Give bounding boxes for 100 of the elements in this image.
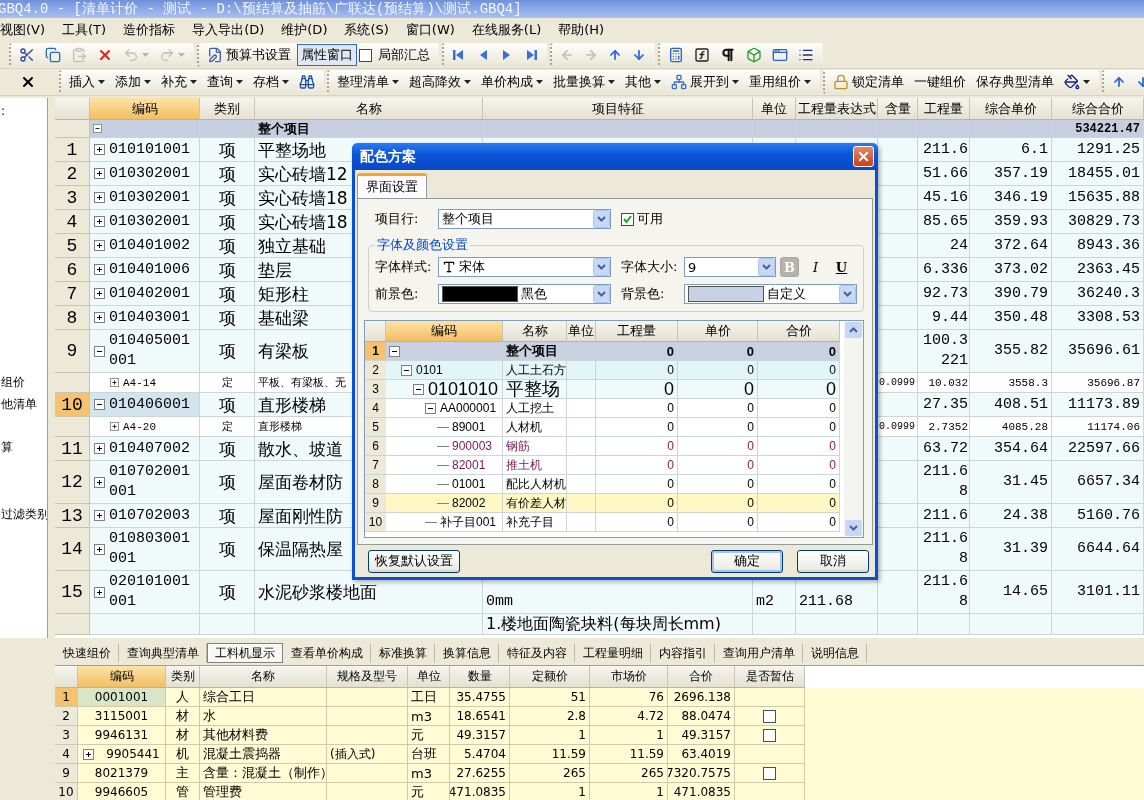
type-text: 项 [218, 394, 236, 415]
name-text: 人材机 [506, 418, 542, 436]
total-price-text: 8943.36 [1077, 235, 1140, 256]
total-text: 63.4019 [681, 747, 731, 761]
name-text: 人工土石方 [506, 361, 566, 379]
total-price-text: 30829.73 [1068, 211, 1140, 232]
quantity-text: 85.65 [922, 211, 968, 232]
total-price-text: 11174.06 [1087, 419, 1140, 435]
type-text: 材 [176, 707, 189, 725]
market-price-text: 11.59 [629, 747, 664, 761]
type-text: 项 [218, 259, 236, 280]
project-name: 整个项目 [258, 120, 310, 137]
code-text: 010803001001 [109, 529, 191, 569]
type-text: 定 [221, 418, 233, 435]
row-number: 1 [55, 138, 90, 162]
row-number: 10 [365, 513, 386, 532]
total-price-text: 15635.88 [1068, 187, 1140, 208]
total-text: 88.0474 [681, 709, 731, 723]
total-price-text: 2363.45 [1077, 259, 1140, 280]
quantity-text: 0 [667, 458, 674, 472]
field-label: 项目行: [375, 210, 420, 228]
row-number: 9 [365, 494, 386, 513]
quota-price-text: 1 [578, 728, 586, 742]
quantity-text: 211.68 [922, 572, 968, 612]
market-price-text: 1 [656, 728, 664, 742]
row-number: 1 [55, 688, 78, 707]
row-number: 1 [365, 342, 386, 361]
code-text: 010302001 [109, 211, 191, 232]
code-text: 020101001001 [109, 572, 191, 612]
total-text: 2696.138 [673, 690, 731, 704]
row-number: 8 [55, 306, 90, 330]
quantity-text: 0 [667, 477, 674, 491]
code-text: 82001 [452, 458, 486, 472]
unit-price-text: 373.02 [994, 259, 1048, 280]
code-text: 补子目001 [440, 513, 497, 531]
unit-text: m3 [411, 708, 432, 724]
quantity-text: 0 [667, 515, 674, 529]
total-price-text: 36240.3 [1077, 283, 1140, 304]
unit-price-text: 354.64 [994, 438, 1048, 459]
amount-text: 471.0835 [450, 785, 506, 799]
quantity-text: 6.336 [922, 259, 968, 280]
quantity-text: 0 [667, 420, 674, 434]
type-text: 人 [176, 688, 189, 706]
type-text: 项 [218, 582, 236, 602]
quantity-text: 45.16 [922, 187, 968, 208]
unit-price-text: 346.19 [994, 187, 1048, 208]
total-price-text: 1291.25 [1077, 139, 1140, 160]
quantity-text: 211.6 [922, 505, 968, 526]
dialog-title: 配色方案 [360, 147, 416, 166]
row-number: 5 [365, 418, 386, 437]
unit-price-text: 350.48 [994, 307, 1048, 328]
spec-text: (插入式) [330, 745, 376, 763]
field-label: 前景色: [375, 285, 420, 303]
name-text: 实心砖墙18 [258, 187, 348, 208]
unit-price-text: 3558.3 [1008, 375, 1048, 391]
quantity-text: 63.72 [922, 438, 968, 459]
name-text: 人工挖土 [506, 399, 554, 417]
price-text: 0 [747, 401, 754, 415]
amount-text: 5.4704 [464, 747, 506, 761]
price-text: 0 [747, 515, 754, 529]
name-text: 含量：混凝土（制作） [203, 764, 326, 782]
field-label: 字体样式: [375, 258, 433, 276]
quantity-text: 24 [949, 235, 968, 256]
quantity-text: 211.68 [922, 462, 968, 502]
unit-price-text: 390.79 [994, 283, 1048, 304]
quantity-text: 92.73 [922, 283, 968, 304]
amount-text: 49.3157 [456, 728, 506, 742]
unit-price-text: 357.19 [994, 163, 1048, 184]
name-text: 有梁板 [258, 341, 309, 361]
type-text: 管 [176, 783, 189, 800]
total-text: 0 [829, 477, 836, 491]
name-text: 直形楼梯 [258, 418, 302, 435]
row-number: 15 [55, 571, 90, 614]
total-text: 0 [829, 515, 836, 529]
code-text: 010101001 [109, 139, 191, 160]
code-text: 010405001001 [109, 331, 191, 371]
row-number: 7 [55, 282, 90, 306]
quantity-text: 27.35 [922, 394, 968, 415]
type-text: 材 [176, 726, 189, 744]
quantity-text: 10.032 [928, 375, 968, 391]
type-text: 项 [218, 187, 236, 208]
unit-price-text: 6.1 [1021, 139, 1048, 160]
row-number: 4 [55, 745, 78, 764]
row-number: 6 [365, 437, 386, 456]
unit-price-text: 359.93 [994, 211, 1048, 232]
total-text: 471.0835 [673, 785, 731, 799]
name-text: 实心砖墙12 [258, 163, 348, 184]
group-title: 字体及颜色设置 [376, 236, 469, 254]
grand-total: 534221.47 [1075, 120, 1140, 137]
row-number: 2 [55, 707, 78, 726]
type-text: 主 [176, 764, 189, 782]
total-text: 0 [829, 458, 836, 472]
type-text: 项 [218, 235, 236, 256]
quota-price-text: 2.8 [566, 709, 586, 723]
amount-text: 27.6255 [456, 766, 506, 780]
total-text: 0 [829, 439, 836, 453]
row-number: 13 [55, 504, 90, 528]
code-text: 01001 [452, 477, 486, 491]
code-text: 9946605 [94, 785, 149, 799]
total-price-text: 5160.76 [1077, 505, 1140, 526]
